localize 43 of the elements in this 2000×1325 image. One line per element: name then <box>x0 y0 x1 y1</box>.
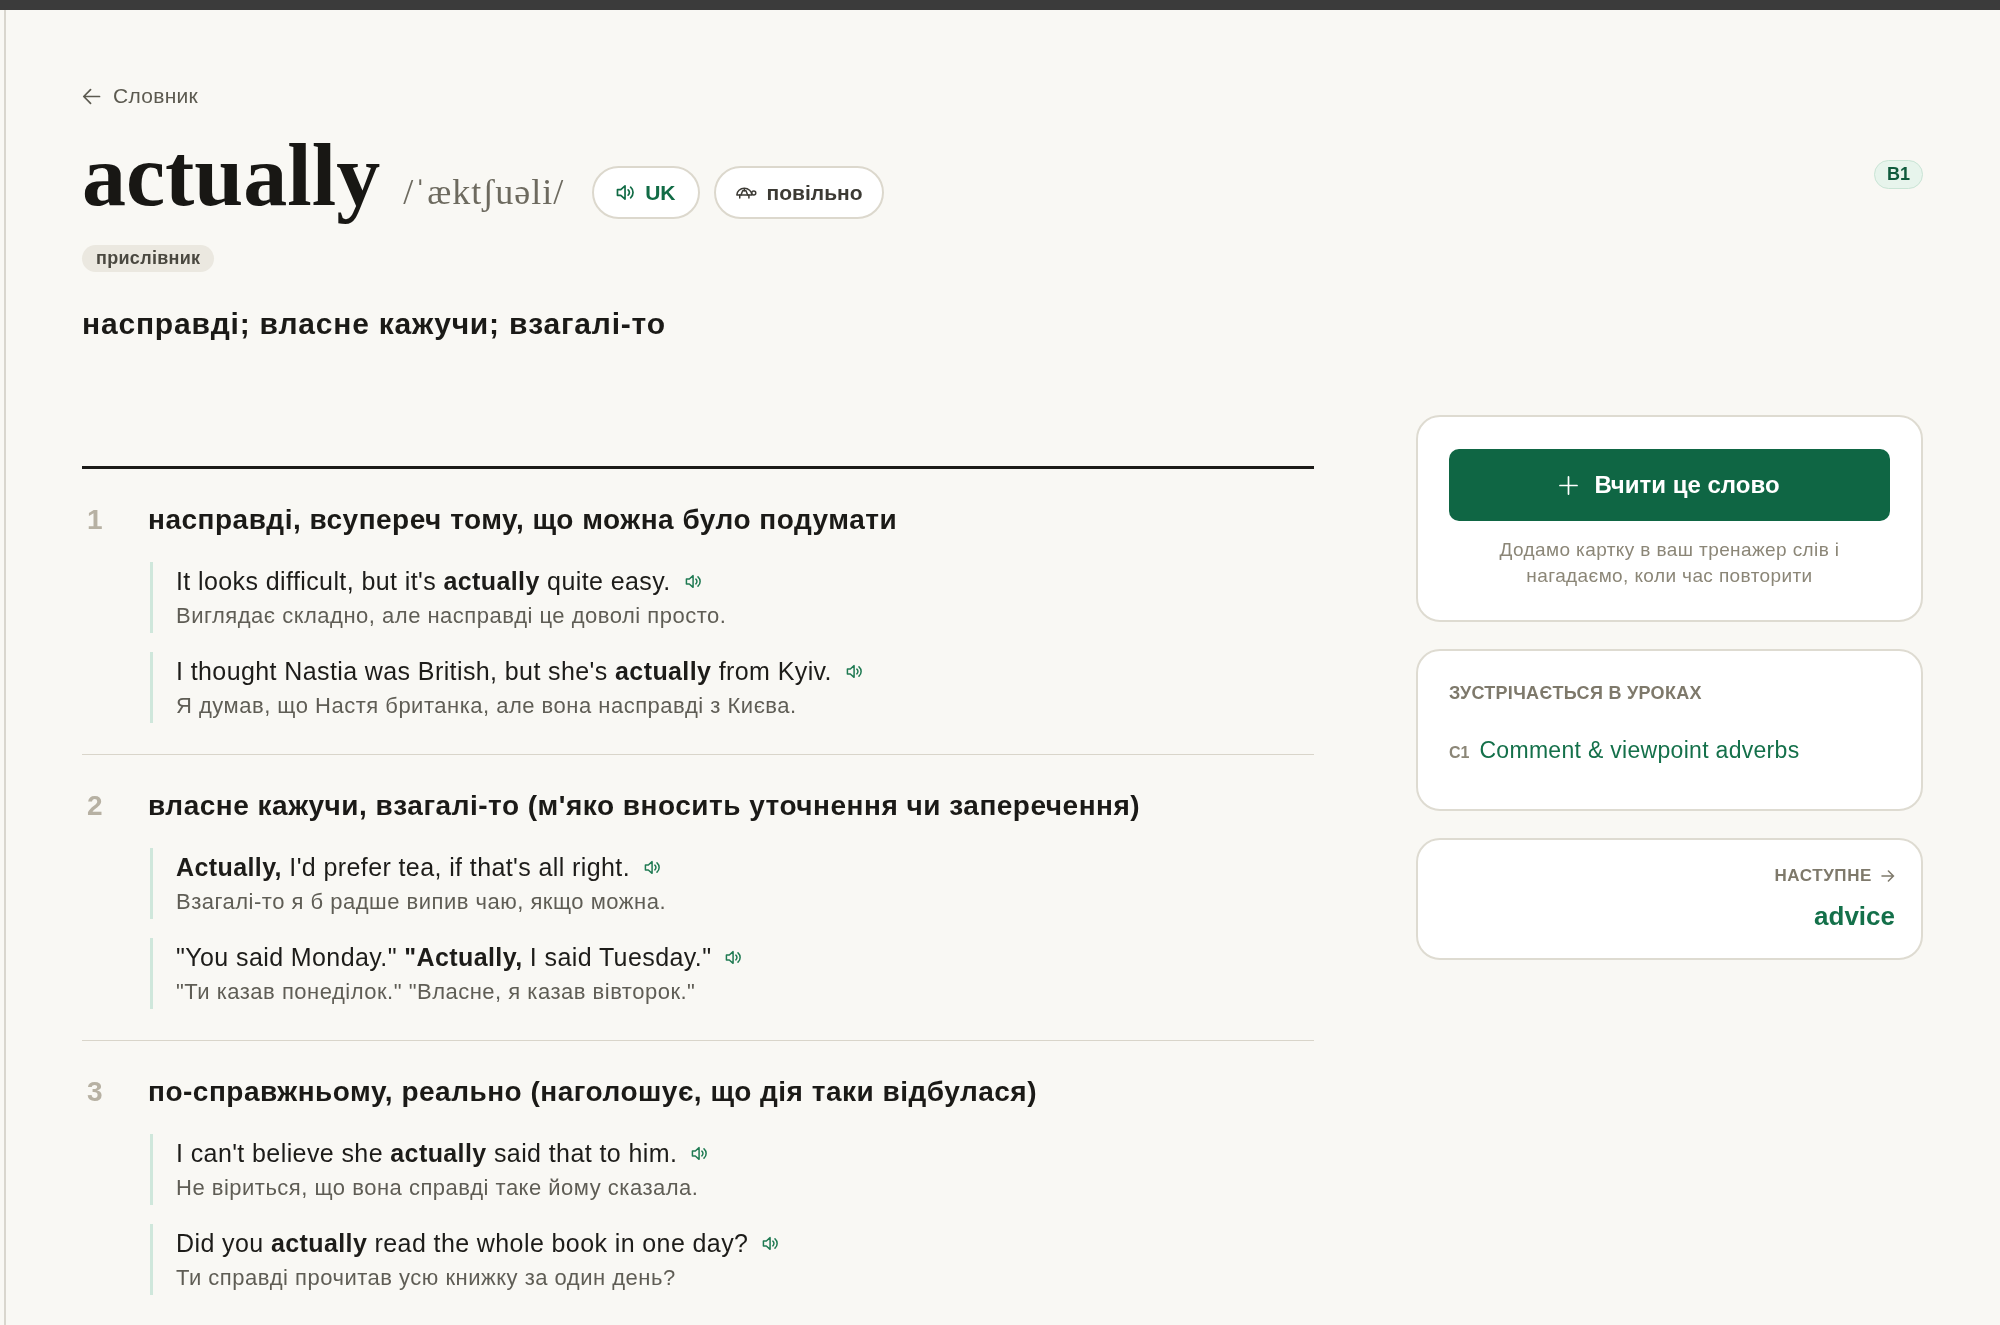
example-translation: Виглядає складно, але насправді це доволі просто. <box>176 602 728 630</box>
learn-note: Додамо картку в ваш тренажер слів і нагадаємо, коли час повторити <box>1498 538 1841 588</box>
speaker-icon[interactable] <box>846 663 863 679</box>
lesson-link[interactable]: Comment & viewpoint adverbs <box>1479 734 1800 766</box>
transcription: /ˈæktʃuəli/ <box>403 172 565 212</box>
sense-definition: насправді, всупереч тому, що можна було подумати <box>148 503 898 537</box>
back-arrow-icon <box>82 87 101 105</box>
next-word-link[interactable]: advice <box>1814 900 1895 932</box>
example-translation: Я думав, що Настя британка, але вона насправді з Києва. <box>176 692 798 720</box>
next-label: НАСТУПНЕ <box>1774 865 1872 887</box>
speaker-icon[interactable] <box>762 1235 780 1251</box>
speaker-icon[interactable] <box>644 859 662 875</box>
lessons-heading: ЗУСТРІЧАЄТЬСЯ В УРОКАХ <box>1449 682 1703 705</box>
sense-number: 2 <box>86 789 104 823</box>
example-sentence: It looks difficult, but it's actually quite easy. <box>176 566 671 597</box>
slow-audio-button[interactable]: повільно <box>713 166 884 219</box>
example-translation: Ти справді прочитав усю книжку за один день? <box>176 1264 677 1292</box>
translation-summary: насправді; власне кажучи; взагалі-то <box>82 307 667 341</box>
example-translation: Не віриться, що вона справді таке йому сказала. <box>176 1174 700 1202</box>
sense-number: 3 <box>86 1075 104 1109</box>
sense-number: 1 <box>86 503 104 537</box>
back-link[interactable]: Словник <box>82 84 199 108</box>
audio-button[interactable]: UK <box>592 166 700 219</box>
turtle-icon <box>734 185 757 200</box>
sense-definition: по-справжньому, реально (наголошує, що дія таки відбулася) <box>148 1075 1037 1109</box>
plus-icon <box>1559 475 1579 495</box>
speaker-icon[interactable] <box>725 949 743 965</box>
speaker-icon[interactable] <box>684 573 702 589</box>
sense-definition: власне кажучи, взагалі-то (м'яко вносить уточнення чи заперечення) <box>148 789 1141 823</box>
speaker-icon <box>616 184 636 201</box>
learn-word-button[interactable]: Вчити це слово <box>1449 449 1890 521</box>
example-translation: "Ти казав понеділок." "Власне, я казав вівторок." <box>176 978 697 1006</box>
example-sentence: I thought Nastia was British, but she's actually from Kyiv. <box>176 656 832 687</box>
lesson-level: C1 <box>1449 744 1470 762</box>
example-sentence: "You said Monday." "Actually, I said Tuesday." <box>176 942 712 973</box>
example-sentence: Did you actually read the whole book in one day? <box>176 1228 749 1259</box>
example-translation: Взагалі-то я б радше випив чаю, якщо можна. <box>176 888 667 916</box>
example-sentence: Actually, I'd prefer tea, if that's all right. <box>176 852 631 883</box>
part-of-speech-tag: прислівник <box>82 245 215 272</box>
example-sentence: I can't believe she actually said that to him. <box>176 1138 678 1169</box>
speaker-icon[interactable] <box>691 1145 709 1161</box>
level-badge: B1 <box>1874 160 1923 189</box>
arrow-right-icon <box>1881 870 1895 882</box>
